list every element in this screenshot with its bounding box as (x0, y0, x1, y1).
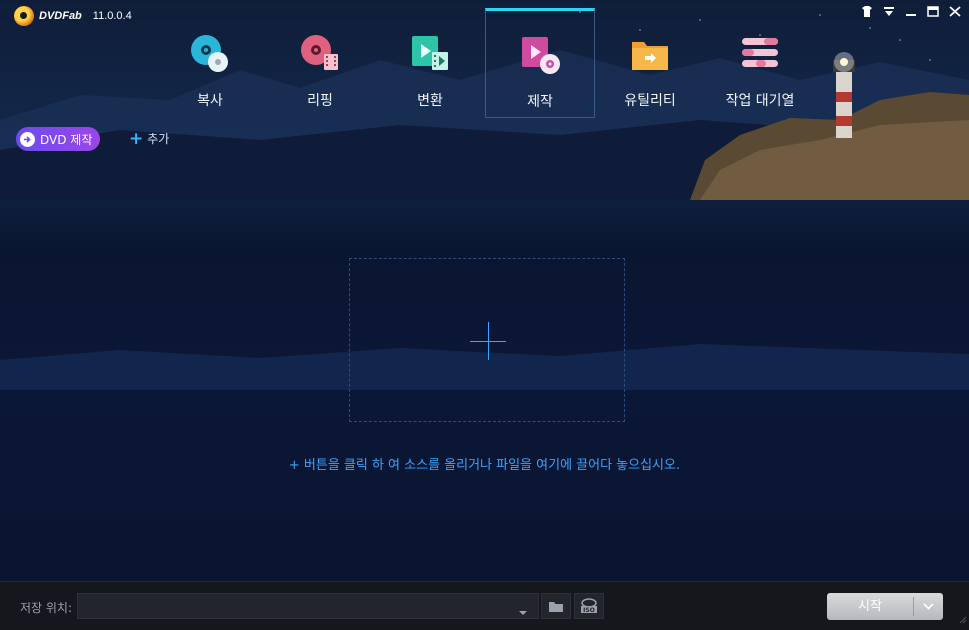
nav-label-creator: 제작 (527, 94, 553, 110)
nav-item-utility[interactable]: 유틸리티 (595, 8, 705, 118)
minimize-icon[interactable] (903, 4, 919, 18)
folder-icon[interactable] (541, 593, 571, 619)
bottom-bar: 저장 위치: ISO 시작 (0, 581, 969, 630)
app-logo: DVDFab 11.0.0.4 (14, 5, 132, 27)
copy-disc-icon (188, 32, 232, 76)
nav-item-ripper[interactable]: 리핑 (265, 8, 375, 118)
add-plus-icon-vertical (488, 322, 489, 360)
nav-label-ripper: 리핑 (307, 93, 333, 109)
logo-text: DVDFab (39, 10, 82, 22)
close-icon[interactable] (947, 4, 963, 18)
chevron-down-icon[interactable] (518, 601, 528, 620)
mode-label: DVD 제작 (40, 132, 93, 147)
plus-icon: + (129, 128, 144, 149)
svg-text:ISO: ISO (583, 607, 595, 614)
nav-item-copy[interactable]: 복사 (155, 8, 265, 118)
dvdfab-logo-icon (14, 6, 34, 26)
utility-icon (628, 32, 672, 76)
skin-icon[interactable] (859, 4, 875, 18)
converter-icon (408, 32, 452, 76)
add-label: 추가 (147, 132, 170, 146)
resize-grip-icon[interactable] (959, 609, 967, 628)
drop-zone[interactable] (349, 258, 625, 422)
nav-item-task-queue[interactable]: 작업 대기열 (705, 8, 815, 118)
drop-hint: + 버튼을 클릭 하 여 소스를 올리거나 파일을 여기에 끌어다 놓으십시오. (288, 458, 681, 473)
nav-item-converter[interactable]: 변환 (375, 8, 485, 118)
task-queue-icon (738, 32, 782, 76)
start-button[interactable]: 시작 (827, 593, 943, 620)
creator-icon (518, 33, 562, 77)
iso-icon[interactable]: ISO (574, 593, 604, 619)
save-location-label: 저장 위치: (20, 601, 73, 615)
nav-label-converter: 변환 (417, 93, 443, 109)
nav-label-task-queue: 작업 대기열 (725, 93, 795, 109)
app-version: 11.0.0.4 (92, 10, 132, 22)
ripper-icon (298, 32, 342, 76)
nav-label-utility: 유틸리티 (624, 93, 676, 109)
nav-item-creator[interactable]: 제작 (485, 8, 595, 118)
start-options-chevron-icon[interactable] (914, 593, 943, 620)
window-controls (859, 4, 963, 18)
dvd-creator-mode-button[interactable]: DVD 제작 (16, 127, 101, 151)
menu-icon[interactable] (881, 4, 897, 18)
maximize-icon[interactable] (925, 4, 941, 18)
save-location-input[interactable] (77, 593, 539, 619)
start-label: 시작 (858, 599, 882, 614)
main-nav: 복사 리핑 변환 제작 유틸리티 작업 대기열 (155, 8, 815, 118)
arrow-right-icon (20, 131, 35, 147)
nav-label-copy: 복사 (197, 93, 223, 109)
add-source-button[interactable]: + 추가 (129, 130, 169, 147)
